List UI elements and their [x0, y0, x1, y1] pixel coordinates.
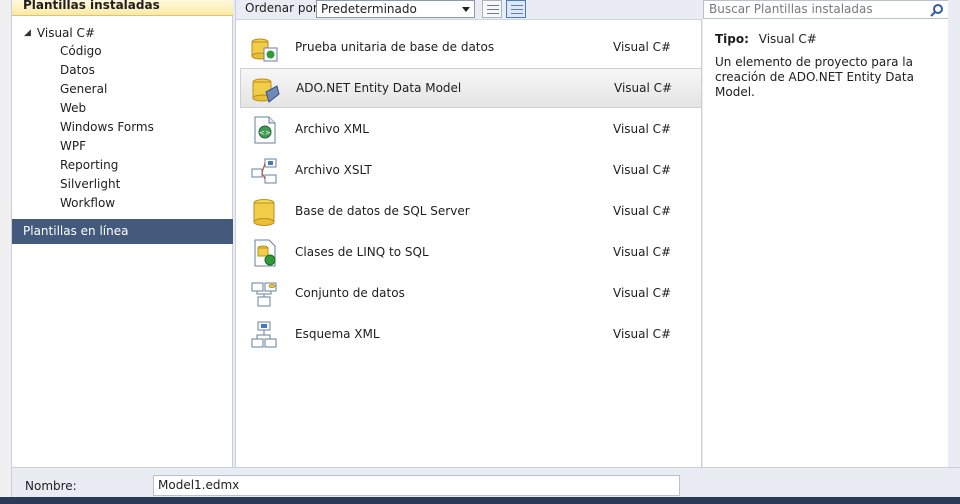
category-silverlight[interactable]: Silverlight: [60, 175, 120, 193]
template-language: Visual C#: [613, 40, 672, 54]
template-name: Archivo XSLT: [295, 163, 372, 177]
online-templates-item[interactable]: Plantillas en línea: [12, 219, 233, 244]
xslt-file-icon: [251, 158, 277, 184]
unit-test-db-icon: [251, 38, 278, 62]
sort-dropdown[interactable]: Predeterminado: [316, 0, 475, 18]
template-row[interactable]: Prueba unitaria de base de datos Visual …: [240, 27, 702, 67]
template-row[interactable]: Esquema XML Visual C#: [240, 314, 702, 354]
details-view-button[interactable]: [506, 0, 526, 18]
name-input[interactable]: Model1.edmx: [153, 475, 680, 496]
template-categories-pane: Plantillas instaladas ◢ Visual C# Código…: [12, 0, 233, 467]
search-icon[interactable]: [930, 3, 944, 17]
template-toolbar: Ordenar por: Predeterminado: [236, 0, 702, 20]
template-row-selected[interactable]: ADO.NET Entity Data Model Visual C#: [240, 68, 702, 108]
category-windows-forms[interactable]: Windows Forms: [60, 118, 154, 136]
template-row[interactable]: Archivo XSLT Visual C#: [240, 150, 702, 190]
category-workflow[interactable]: Workflow: [60, 194, 115, 212]
category-web[interactable]: Web: [60, 99, 86, 117]
template-language: Visual C#: [613, 122, 672, 136]
template-name: Esquema XML: [295, 327, 380, 341]
search-installed-templates-input[interactable]: Buscar Plantillas instaladas: [703, 0, 949, 19]
type-label: Tipo:: [715, 32, 749, 46]
template-language: Visual C#: [613, 327, 672, 341]
tree-node-label: Visual C#: [36, 26, 95, 40]
type-value: Visual C#: [758, 32, 817, 46]
template-name: Archivo XML: [295, 122, 369, 136]
entity-model-icon: [252, 78, 280, 103]
template-row[interactable]: Conjunto de datos Visual C#: [240, 273, 702, 313]
template-language: Visual C#: [613, 286, 672, 300]
small-icons-view-button[interactable]: [482, 0, 502, 18]
category-wpf[interactable]: WPF: [60, 137, 86, 155]
sort-label: Ordenar por:: [245, 1, 322, 15]
template-language: Visual C#: [613, 245, 672, 259]
template-language: Visual C#: [613, 163, 672, 177]
template-name: ADO.NET Entity Data Model: [296, 81, 462, 95]
sql-database-icon: [253, 199, 275, 226]
sort-value: Predeterminado: [321, 2, 417, 16]
background-window-edge: [0, 0, 12, 504]
template-name: Clases de LINQ to SQL: [295, 245, 429, 259]
tree-node-visual-csharp[interactable]: ◢ Visual C#: [24, 25, 95, 41]
template-row[interactable]: Base de datos de SQL Server Visual C#: [240, 191, 702, 231]
category-codigo[interactable]: Código: [60, 42, 102, 60]
category-datos[interactable]: Datos: [60, 61, 95, 79]
template-name: Base de datos de SQL Server: [295, 204, 470, 218]
category-general[interactable]: General: [60, 80, 107, 98]
template-language: Visual C#: [613, 204, 672, 218]
dataset-icon: [251, 282, 277, 307]
template-type: Tipo: Visual C#: [715, 32, 817, 46]
template-details-pane: Buscar Plantillas instaladas Tipo: Visua…: [703, 0, 960, 467]
template-language: Visual C#: [614, 81, 673, 95]
taskbar-edge: [0, 497, 960, 504]
window-edge: [948, 0, 960, 467]
category-reporting[interactable]: Reporting: [60, 156, 118, 174]
xml-file-icon: <>: [254, 116, 276, 144]
template-name: Prueba unitaria de base de datos: [295, 40, 495, 54]
template-list-pane: Ordenar por: Predeterminado Prueba unita…: [235, 0, 702, 467]
name-label: Nombre:: [25, 479, 77, 493]
template-row[interactable]: <> Archivo XML Visual C#: [240, 109, 702, 149]
xml-schema-icon: [251, 321, 277, 348]
chevron-down-icon: [462, 7, 470, 12]
template-row[interactable]: Clases de LINQ to SQL Visual C#: [240, 232, 702, 272]
template-name: Conjunto de datos: [295, 286, 405, 300]
expand-arrow-icon[interactable]: ◢: [24, 28, 31, 38]
template-description: Un elemento de proyecto para la creación…: [715, 55, 914, 99]
svg-text:<>: <>: [259, 129, 271, 137]
linq-to-sql-icon: [254, 239, 276, 267]
installed-templates-header: Plantillas instaladas: [12, 0, 233, 16]
search-placeholder: Buscar Plantillas instaladas: [709, 2, 873, 16]
